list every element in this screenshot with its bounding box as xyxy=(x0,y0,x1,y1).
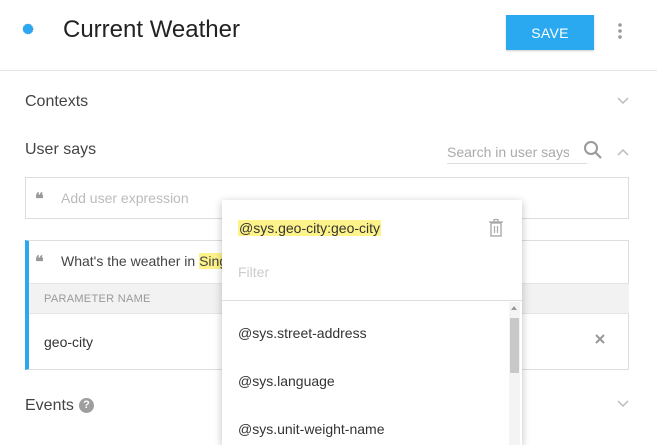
events-section-label[interactable]: Events xyxy=(25,397,74,415)
quote-icon: ❝ xyxy=(35,252,44,271)
quote-icon: ❝ xyxy=(35,189,44,208)
parameter-name-column: PARAMETER NAME xyxy=(44,293,151,305)
more-vert-icon[interactable] xyxy=(612,21,628,41)
save-button[interactable]: SAVE xyxy=(506,15,594,50)
selected-entity: @sys.geo-city:geo-city xyxy=(238,220,382,236)
page-title: Current Weather xyxy=(63,16,240,43)
dropdown-item[interactable]: @sys.street-address xyxy=(238,325,367,341)
expression-text[interactable]: What's the weather in Sing xyxy=(61,253,228,269)
dropdown-divider xyxy=(222,300,522,301)
trash-icon[interactable] xyxy=(488,218,504,238)
search-input[interactable] xyxy=(447,142,569,162)
search-field[interactable] xyxy=(447,140,587,164)
expression-text-plain: What's the weather in xyxy=(61,253,200,269)
scroll-up-icon[interactable] xyxy=(511,306,517,310)
entity-dropdown: @sys.geo-city:geo-city @sys.street-addre… xyxy=(222,200,522,445)
header-bar: Current Weather SAVE xyxy=(0,0,657,71)
dot-icon xyxy=(22,23,34,35)
chevron-up-icon[interactable] xyxy=(617,148,629,156)
help-icon[interactable]: ? xyxy=(79,398,94,413)
search-icon[interactable] xyxy=(583,140,603,160)
dropdown-item[interactable]: @sys.language xyxy=(238,373,335,389)
dropdown-item[interactable]: @sys.unit-weight-name xyxy=(238,421,385,437)
parameter-name-cell[interactable]: geo-city xyxy=(44,334,93,350)
dropdown-scroll-thumb[interactable] xyxy=(510,318,519,373)
close-icon[interactable] xyxy=(593,332,607,346)
chevron-down-icon[interactable] xyxy=(617,400,629,408)
user-says-section-label[interactable]: User says xyxy=(25,141,96,159)
chevron-down-icon[interactable] xyxy=(617,97,629,105)
filter-input[interactable] xyxy=(238,262,498,282)
contexts-section-label[interactable]: Contexts xyxy=(25,93,88,111)
